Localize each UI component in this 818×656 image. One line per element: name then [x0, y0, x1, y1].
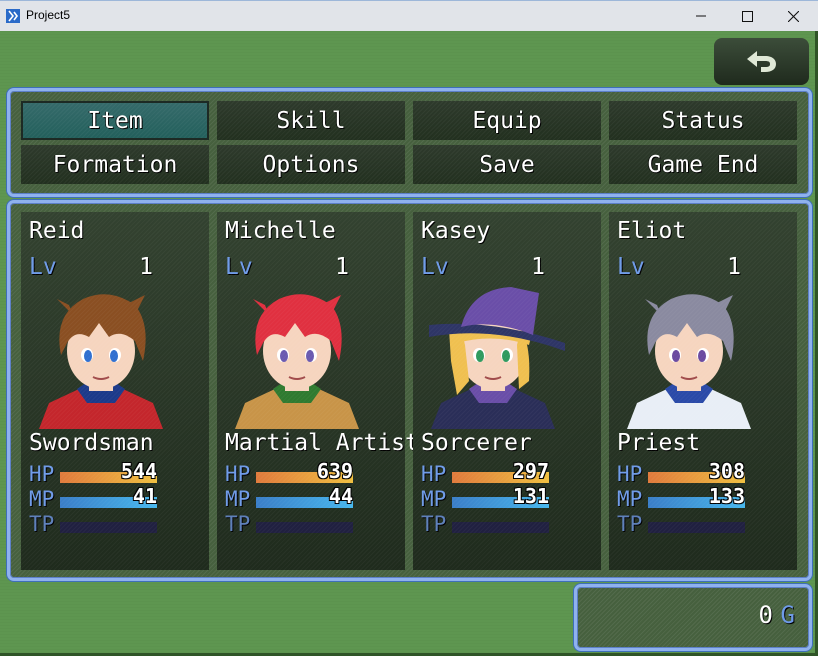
actor-portrait-art	[39, 294, 163, 429]
level-value: 1	[335, 254, 349, 280]
tp-gauge: TP	[617, 512, 747, 536]
command-game-end[interactable]: Game End	[609, 145, 797, 184]
command-label: Save	[479, 151, 535, 178]
actor-portrait-art	[429, 287, 565, 429]
return-arrow-icon	[746, 50, 776, 72]
level-value: 1	[139, 254, 153, 280]
tp-label: TP	[225, 512, 251, 536]
actor-class: Swordsman	[29, 430, 154, 456]
actor-panel-eliot[interactable]: Eliot Lv 1 Priest HP 308 MP 133 TP	[609, 212, 797, 570]
gold-amount: 0	[758, 601, 773, 629]
command-status[interactable]: Status	[609, 101, 797, 140]
command-label: Equip	[472, 107, 542, 134]
actor-panel-kasey[interactable]: Kasey Lv 1 Sorcerer HP 297 MP 131 TP	[413, 212, 601, 570]
actor-panel-reid[interactable]: Reid Lv 1 Swordsman HP 544 MP 41 TP	[21, 212, 209, 570]
hp-label: HP	[617, 462, 643, 486]
command-label: Game End	[647, 151, 759, 178]
mp-label: MP	[421, 487, 447, 511]
tp-label: TP	[421, 512, 447, 536]
actor-name: Eliot	[617, 218, 687, 244]
minimize-icon	[696, 15, 706, 17]
mp-label: MP	[225, 487, 251, 511]
actor-name: Michelle	[225, 218, 336, 244]
command-label: Formation	[52, 151, 178, 178]
hp-gauge: HP 297	[421, 459, 551, 486]
mp-gauge: MP 133	[617, 484, 747, 511]
mp-value: 41	[132, 484, 157, 508]
command-formation[interactable]: Formation	[21, 145, 209, 184]
tp-label: TP	[617, 512, 643, 536]
tp-bar	[452, 522, 549, 533]
actor-name: Reid	[29, 218, 85, 244]
tp-bar	[648, 522, 745, 533]
tp-bar	[256, 522, 353, 533]
maximize-button[interactable]	[724, 1, 770, 31]
mp-gauge: MP 41	[29, 484, 159, 511]
tp-gauge: TP	[29, 512, 159, 536]
level-label: Lv	[421, 254, 449, 280]
actor-panel-michelle[interactable]: Michelle Lv 1 Martial Artist HP 639 MP 4…	[217, 212, 419, 570]
hp-value: 308	[708, 459, 745, 483]
tp-gauge: TP	[421, 512, 551, 536]
gold-window: 0 G	[574, 584, 812, 651]
mp-gauge: MP 131	[421, 484, 551, 511]
level-label: Lv	[617, 254, 645, 280]
close-button[interactable]	[770, 1, 816, 31]
mp-value: 44	[328, 484, 353, 508]
tp-label: TP	[29, 512, 55, 536]
level-value: 1	[727, 254, 741, 280]
title-bar: Project5	[0, 0, 818, 31]
mp-label: MP	[617, 487, 643, 511]
maximize-icon	[741, 10, 753, 22]
hp-label: HP	[421, 462, 447, 486]
hp-gauge: HP 308	[617, 459, 747, 486]
command-label: Skill	[276, 107, 346, 134]
command-skill[interactable]: Skill	[217, 101, 405, 140]
command-label: Status	[661, 107, 745, 134]
actor-portrait	[225, 285, 369, 429]
minimize-button[interactable]	[678, 1, 724, 31]
actor-portrait	[617, 285, 761, 429]
actor-class: Sorcerer	[421, 430, 532, 456]
level-value: 1	[531, 254, 545, 280]
mp-gauge: MP 44	[225, 484, 355, 511]
hp-value: 297	[512, 459, 549, 483]
gold-unit: G	[780, 601, 795, 629]
command-label: Options	[262, 151, 360, 178]
command-options[interactable]: Options	[217, 145, 405, 184]
window-title: Project5	[26, 8, 71, 22]
tp-bar	[60, 522, 157, 533]
actor-class: Priest	[617, 430, 701, 456]
mp-value: 133	[708, 484, 745, 508]
hp-label: HP	[29, 462, 55, 486]
app-icon	[6, 9, 20, 23]
mp-label: MP	[29, 487, 55, 511]
command-equip[interactable]: Equip	[413, 101, 601, 140]
hp-value: 544	[120, 459, 157, 483]
actor-portrait	[29, 285, 173, 429]
command-save[interactable]: Save	[413, 145, 601, 184]
actor-portrait-art	[627, 294, 751, 429]
hp-gauge: HP 544	[29, 459, 159, 486]
tp-gauge: TP	[225, 512, 355, 536]
command-item[interactable]: Item	[21, 101, 209, 140]
back-button[interactable]	[714, 38, 809, 85]
actor-name: Kasey	[421, 218, 491, 244]
close-icon	[787, 10, 799, 22]
hp-gauge: HP 639	[225, 459, 355, 486]
level-label: Lv	[29, 254, 57, 280]
command-label: Item	[87, 107, 143, 134]
hp-value: 639	[316, 459, 353, 483]
hp-label: HP	[225, 462, 251, 486]
level-label: Lv	[225, 254, 253, 280]
actor-portrait-art	[235, 294, 359, 429]
mp-value: 131	[512, 484, 549, 508]
actor-class: Martial Artist	[225, 430, 419, 456]
actor-portrait	[421, 285, 565, 429]
